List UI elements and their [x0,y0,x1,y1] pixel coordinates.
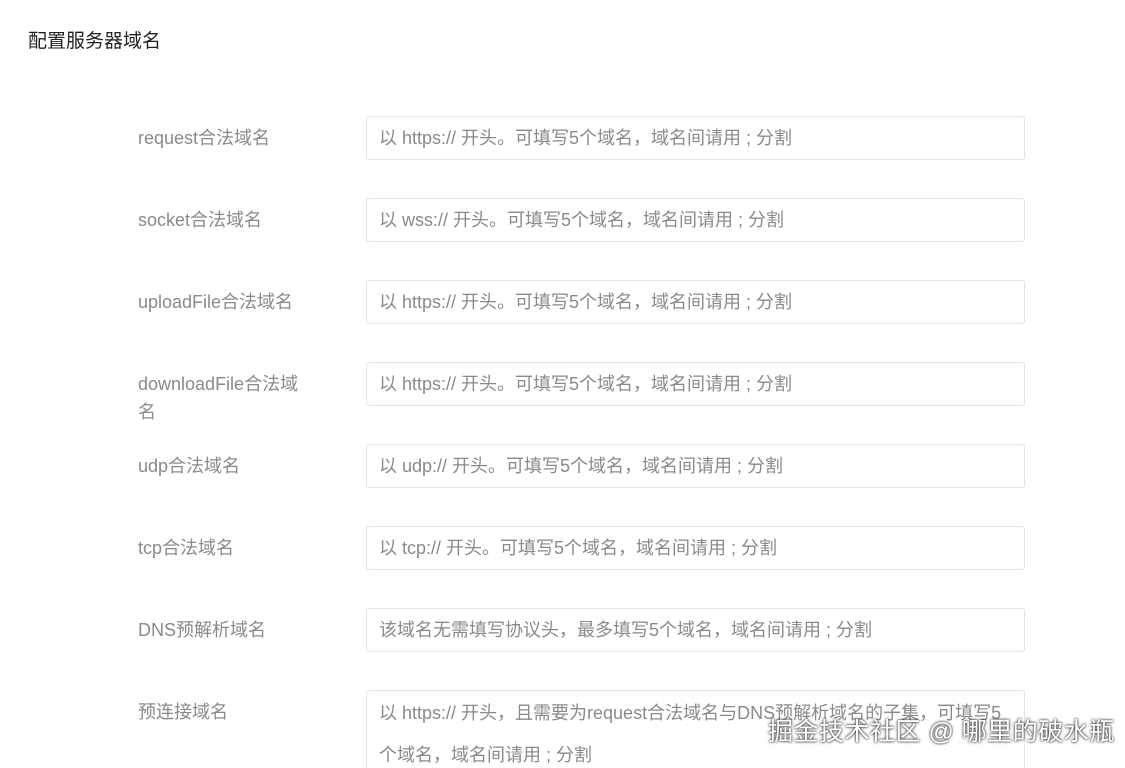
socket-domain-label: socket合法域名 [138,210,263,230]
socket-domain-input[interactable] [366,198,1025,242]
uploadfile-domain-input[interactable] [366,280,1025,324]
page-title: 配置服务器域名 [28,31,162,52]
udp-domain-label: udp合法域名 [138,456,241,476]
udp-domain-input[interactable] [366,444,1025,488]
watermark: 掘金技术社区 @ 哪里的破水瓶 [768,718,1115,746]
tcp-domain-label: tcp合法域名 [138,538,235,558]
request-domain-label: request合法域名 [138,128,271,148]
downloadfile-domain-label: downloadFile合法域名 [138,374,299,422]
request-domain-input[interactable] [366,116,1025,160]
tcp-domain-input[interactable] [366,526,1025,570]
preconnect-domain-label: 预连接域名 [138,702,228,722]
dns-prefetch-domain-input[interactable] [366,608,1025,652]
dns-prefetch-domain-label: DNS预解析域名 [138,620,267,640]
server-domain-config-page: 配置服务器域名 request合法域名 socket合法域名 uploadFil… [0,0,1125,768]
downloadfile-domain-input[interactable] [366,362,1025,406]
uploadfile-domain-label: uploadFile合法域名 [138,292,294,312]
